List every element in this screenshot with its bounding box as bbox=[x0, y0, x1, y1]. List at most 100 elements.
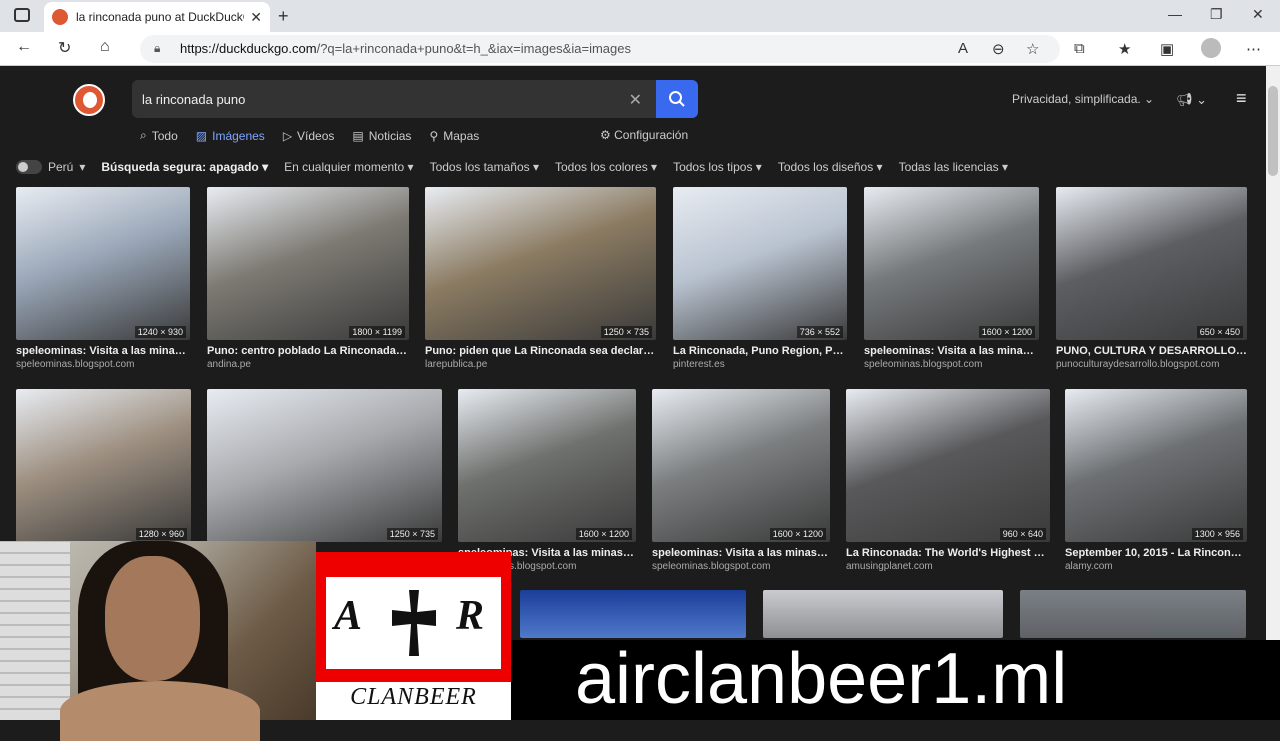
logo-clanbeer-text: CLANBEER bbox=[350, 684, 477, 710]
result-image[interactable] bbox=[763, 590, 1003, 638]
tab-videos-label: Vídeos bbox=[297, 128, 335, 143]
image-result-card[interactable]: 1600 × 1200 speleominas: Visita a las min… bbox=[458, 389, 636, 578]
tab-all-label: Todo bbox=[151, 128, 178, 143]
result-image[interactable] bbox=[458, 389, 636, 542]
search-button[interactable] bbox=[656, 80, 698, 118]
result-image[interactable] bbox=[16, 389, 191, 542]
address-bar[interactable]: 🔒︎ https://duckduckgo.com/?q=la+rinconad… bbox=[140, 35, 1060, 63]
search-input[interactable]: la rinconada puno ✕ bbox=[132, 80, 698, 118]
favorites-icon[interactable]: ★ bbox=[1118, 40, 1131, 58]
favorite-icon[interactable]: ☆ bbox=[1026, 40, 1039, 58]
result-source[interactable]: speleominas.blogspot.com bbox=[16, 359, 190, 370]
region-filter[interactable]: Perú ▾ bbox=[16, 160, 85, 174]
time-filter[interactable]: En cualquier momento ▾ bbox=[284, 160, 413, 174]
result-image[interactable] bbox=[864, 187, 1039, 340]
restore-icon[interactable]: ❐ bbox=[1210, 6, 1223, 23]
tab-maps-label: Mapas bbox=[443, 128, 480, 143]
result-source[interactable]: speleominas.blogspot.com bbox=[864, 359, 1039, 370]
image-icon: ▨ bbox=[195, 128, 208, 143]
result-title[interactable]: speleominas: Visita a las minas d... bbox=[16, 345, 190, 357]
result-image[interactable] bbox=[1065, 389, 1247, 542]
image-result-card[interactable]: 1250 × 735 Puno: piden que La Rinconada s… bbox=[425, 187, 656, 376]
privacy-menu[interactable]: Privacidad, simplificada. ⌄ bbox=[1012, 92, 1154, 106]
menu-icon[interactable]: ≡ bbox=[1236, 88, 1247, 109]
image-result-card[interactable]: 1600 × 1200 speleominas: Visita a las min… bbox=[864, 187, 1039, 376]
image-result-card[interactable]: 1800 × 1199 Puno: centro poblado La Rinco… bbox=[207, 187, 409, 376]
clanbeer-logo: A R CLANBEER bbox=[316, 552, 511, 720]
safe-search-filter[interactable]: Búsqueda segura: apagado ▾ bbox=[101, 160, 268, 174]
image-dimensions: 1600 × 1200 bbox=[575, 528, 632, 540]
image-result-card[interactable]: 650 × 450 PUNO, CULTURA Y DESARROLLO: L..… bbox=[1056, 187, 1247, 376]
close-window-icon[interactable]: ✕ bbox=[1252, 6, 1264, 23]
banner-text: airclanbeer1.ml bbox=[575, 639, 1068, 719]
back-icon[interactable]: ← bbox=[16, 38, 32, 56]
result-title[interactable]: Puno: piden que La Rinconada sea declara… bbox=[425, 345, 656, 357]
image-result-card[interactable]: 1240 × 930 speleominas: Visita a las mina… bbox=[16, 187, 190, 376]
result-title[interactable]: La Rinconada, Puno Region, Peru... bbox=[673, 345, 847, 357]
result-source[interactable]: punoculturaydesarrollo.blogspot.com bbox=[1056, 359, 1247, 370]
tab-maps[interactable]: ⚲ Mapas bbox=[429, 128, 479, 143]
settings-link[interactable]: ⚙ Configuración bbox=[600, 128, 688, 142]
tab-all[interactable]: ⌕ Todo bbox=[140, 128, 178, 143]
tab-actions-icon[interactable] bbox=[14, 8, 30, 22]
image-result-card[interactable]: 1600 × 1200 speleominas: Visita a las min… bbox=[652, 389, 830, 578]
result-title[interactable]: speleominas: Visita a las minas d... bbox=[864, 345, 1039, 357]
image-dimensions: 1250 × 735 bbox=[600, 326, 652, 338]
result-title[interactable]: September 10, 2015 - La Rinconad... bbox=[1065, 547, 1247, 559]
duckduckgo-logo-icon[interactable] bbox=[73, 84, 105, 116]
result-image[interactable] bbox=[16, 187, 190, 340]
color-filter[interactable]: Todos los colores ▾ bbox=[555, 160, 657, 174]
result-image[interactable] bbox=[673, 187, 847, 340]
result-image[interactable] bbox=[207, 187, 409, 340]
profile-avatar[interactable] bbox=[1201, 38, 1221, 58]
more-icon[interactable]: ⋯ bbox=[1246, 40, 1261, 58]
image-dimensions: 650 × 450 bbox=[1196, 326, 1243, 338]
result-source[interactable]: amusingplanet.com bbox=[846, 561, 1050, 572]
collections-icon[interactable]: ▣ bbox=[1160, 40, 1174, 58]
image-result-card[interactable]: 1300 × 956 September 10, 2015 - La Rincon… bbox=[1065, 389, 1247, 578]
result-source[interactable]: alamy.com bbox=[1065, 561, 1247, 572]
new-tab-icon[interactable]: + bbox=[278, 6, 289, 27]
layout-label: Todos los diseños bbox=[777, 160, 874, 174]
reload-icon[interactable]: ↻ bbox=[58, 38, 71, 58]
browser-tab[interactable]: la rinconada puno at DuckDuckG ✕ bbox=[44, 2, 270, 32]
tab-news[interactable]: ▤ Noticias bbox=[352, 128, 411, 143]
result-title[interactable]: PUNO, CULTURA Y DESARROLLO: L... bbox=[1056, 345, 1247, 357]
image-result-card[interactable]: 960 × 640 La Rinconada: The World's Highe… bbox=[846, 389, 1050, 578]
tab-title: la rinconada puno at DuckDuckG bbox=[76, 10, 245, 24]
home-icon[interactable]: ⌂ bbox=[100, 38, 110, 56]
zoom-icon[interactable]: ⊖ bbox=[992, 40, 1005, 58]
result-title[interactable]: La Rinconada: The World's Highest City..… bbox=[846, 547, 1050, 559]
read-aloud-icon[interactable]: A bbox=[958, 40, 968, 57]
type-filter[interactable]: Todos los tipos ▾ bbox=[673, 160, 762, 174]
result-source[interactable]: pinterest.es bbox=[673, 359, 847, 370]
result-title[interactable]: Puno: centro poblado La Rinconada es... bbox=[207, 345, 409, 357]
result-image[interactable] bbox=[425, 187, 656, 340]
result-image[interactable] bbox=[652, 389, 830, 542]
region-toggle[interactable] bbox=[16, 160, 42, 174]
minimize-icon[interactable]: — bbox=[1168, 6, 1182, 22]
scrollbar-thumb[interactable] bbox=[1268, 86, 1278, 176]
clear-search-icon[interactable]: ✕ bbox=[629, 90, 642, 110]
brick-wall bbox=[0, 541, 70, 720]
result-image[interactable] bbox=[1056, 187, 1247, 340]
size-filter[interactable]: Todos los tamaños ▾ bbox=[430, 160, 539, 174]
result-image[interactable] bbox=[846, 389, 1050, 542]
tab-images[interactable]: ▨ Imágenes bbox=[196, 128, 265, 143]
result-image[interactable] bbox=[520, 590, 746, 638]
close-tab-icon[interactable]: ✕ bbox=[250, 9, 262, 26]
megaphone-icon[interactable]: 📢︎ ⌄ bbox=[1176, 92, 1207, 108]
result-source[interactable]: andina.pe bbox=[207, 359, 409, 370]
result-source[interactable]: speleominas.blogspot.com bbox=[652, 561, 830, 572]
result-title[interactable]: speleominas: Visita a las minas de... bbox=[652, 547, 830, 559]
layout-filter[interactable]: Todos los diseños ▾ bbox=[778, 160, 883, 174]
tab-videos[interactable]: ▷ Vídeos bbox=[283, 128, 335, 143]
image-result-card[interactable]: 736 × 552 La Rinconada, Puno Region, Peru… bbox=[673, 187, 847, 376]
result-image[interactable] bbox=[1020, 590, 1246, 638]
search-query: la rinconada puno bbox=[142, 92, 246, 107]
extensions-icon[interactable]: ⧉ bbox=[1074, 40, 1085, 57]
result-image[interactable] bbox=[207, 389, 442, 542]
result-source[interactable]: larepublica.pe bbox=[425, 359, 656, 370]
license-filter[interactable]: Todas las licencias ▾ bbox=[899, 160, 1008, 174]
search-tabs: ⌕ Todo ▨ Imágenes ▷ Vídeos ▤ Noticias ⚲ Mapas bbox=[140, 128, 479, 143]
